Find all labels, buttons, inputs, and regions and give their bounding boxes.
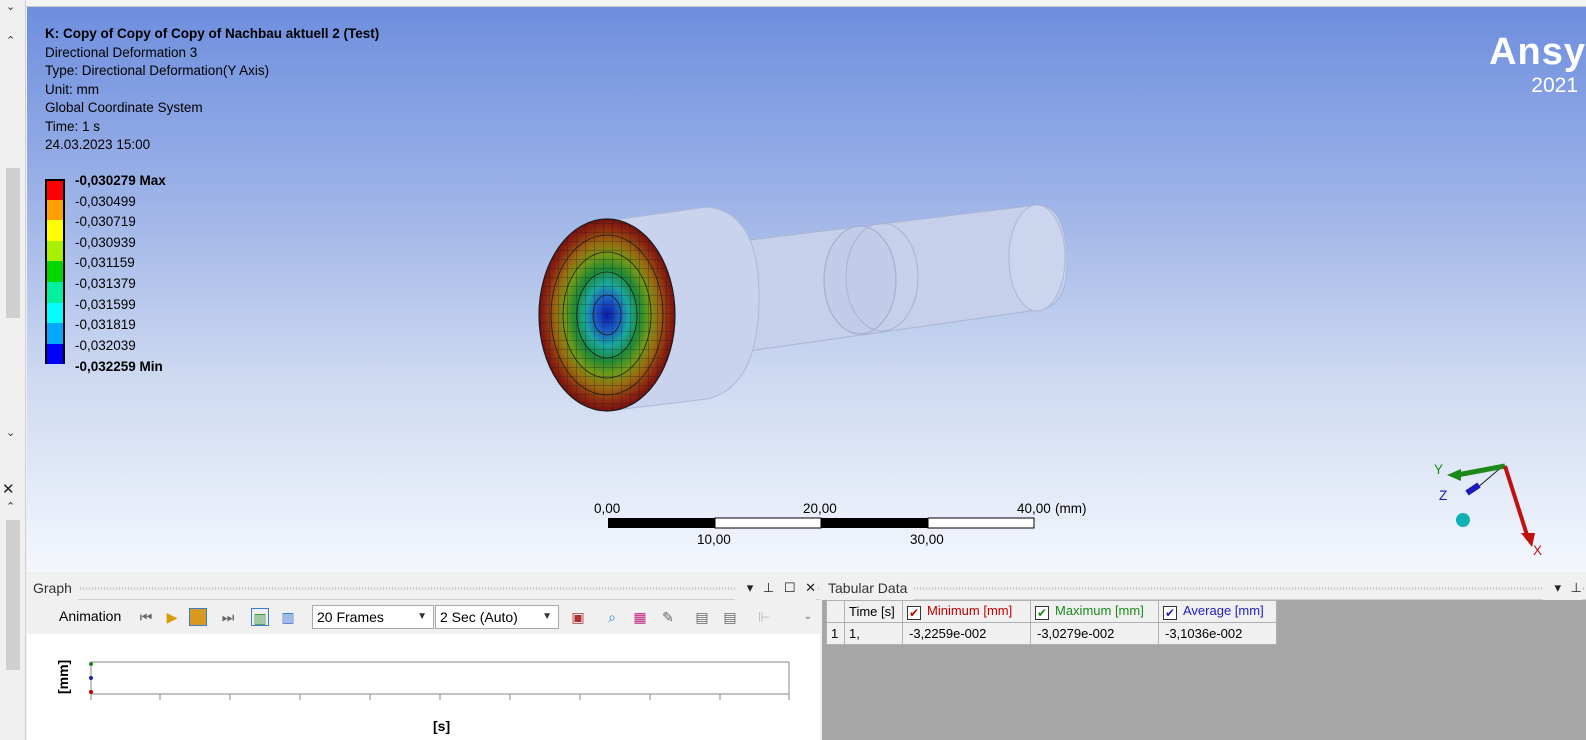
- column-header-average[interactable]: ✔ Average [mm]: [1158, 600, 1277, 623]
- duration-select[interactable]: 2 Sec (Auto) ▼: [435, 605, 559, 629]
- overflow-icon[interactable]: ⌄: [799, 608, 817, 626]
- scroll-up-icon-2[interactable]: ⌃: [6, 500, 15, 513]
- zoom-icon[interactable]: ⌕: [603, 608, 621, 626]
- stop-icon[interactable]: [189, 608, 207, 626]
- last-frame-icon[interactable]: ⏭: [219, 608, 237, 626]
- ansys-window: ⌄ ⌃ ⌄ ✕ ⌃ K: Copy of Copy of Copy of Nac…: [0, 0, 1586, 740]
- pin-icon[interactable]: ⊥: [1571, 580, 1582, 595]
- dropdown-icon[interactable]: ▾: [747, 580, 754, 595]
- column-header-minimum[interactable]: ✔ Minimum [mm]: [902, 600, 1031, 623]
- tabular-grid: Time [s] ✔ Minimum [mm] ✔ Maximum [mm] ✔ Av…: [826, 600, 1277, 645]
- chart-icon[interactable]: ⊩: [755, 608, 773, 626]
- scale-label: 0,00: [594, 501, 621, 516]
- first-frame-icon[interactable]: ⏮: [137, 608, 155, 626]
- graph-xlabel: [s]: [433, 718, 451, 734]
- scale-label: 30,00: [910, 532, 944, 547]
- legend-icon[interactable]: ▦: [631, 608, 649, 626]
- scroll-down-icon[interactable]: ⌄: [6, 426, 15, 439]
- tabular-table: Time [s] ✔ Minimum [mm] ✔ Maximum [mm] ✔ Av…: [826, 600, 1277, 645]
- column-header-time[interactable]: Time [s]: [844, 600, 903, 623]
- shaft-end: [1008, 204, 1066, 312]
- pin-icon[interactable]: ⊥: [763, 580, 774, 595]
- left-panel-strip: ⌄ ⌃ ⌄ ✕ ⌃: [0, 0, 26, 740]
- chevron-down-icon: ▼: [417, 611, 427, 622]
- table-header-row: Time [s] ✔ Minimum [mm] ✔ Maximum [mm] ✔ Av…: [826, 600, 1277, 623]
- dropdown-icon[interactable]: ▾: [1555, 580, 1562, 595]
- frames-select[interactable]: 20 Frames ▼: [312, 605, 434, 629]
- triad-y-label: Y: [1434, 462, 1444, 477]
- scrollbar-thumb-2[interactable]: [6, 520, 20, 670]
- close-icon[interactable]: ✕: [2, 480, 15, 498]
- close-icon[interactable]: ✕: [805, 580, 816, 595]
- row-header-corner: [826, 600, 845, 623]
- export-video-icon[interactable]: ▣: [569, 608, 587, 626]
- graph-ylabel: [mm]: [55, 659, 71, 694]
- cell-maximum[interactable]: -3,0279e-002: [1030, 622, 1159, 645]
- cell-average[interactable]: -3,1036e-002: [1158, 622, 1277, 645]
- graph-panel-header[interactable]: Graph ▾ ⊥ ☐ ✕: [27, 576, 820, 600]
- tabular-title: Tabular Data: [822, 576, 914, 600]
- model-view[interactable]: [27, 7, 1586, 572]
- maximize-icon[interactable]: ☐: [784, 580, 796, 595]
- result-sets-icon[interactable]: ▥: [279, 608, 297, 626]
- probe-icon[interactable]: ✎: [659, 608, 677, 626]
- axis-triad[interactable]: [1447, 463, 1535, 547]
- graph-plot[interactable]: [mm] [s]: [27, 634, 820, 740]
- chevron-down-icon[interactable]: ⌄: [6, 0, 15, 13]
- distributed-frames-icon[interactable]: ▥: [251, 608, 269, 626]
- table-row[interactable]: 1 1, -3,2259e-002 -3,0279e-002 -3,1036e-…: [826, 622, 1277, 645]
- scrollbar-thumb[interactable]: [6, 168, 20, 318]
- table-icon-2[interactable]: ▤: [721, 608, 739, 626]
- triad-x-label: X: [1533, 543, 1543, 558]
- panel-controls: ▾ ⊥: [1542, 576, 1582, 600]
- graph-panel: Graph ▾ ⊥ ☐ ✕ Animation ⏮ ▶ ⏭ ▥ ▥ 20 Fra…: [27, 576, 820, 740]
- panel-controls: ▾ ⊥ ☐ ✕: [734, 576, 816, 600]
- scale-label: 20,00: [803, 501, 837, 516]
- table-icon[interactable]: ▤: [693, 608, 711, 626]
- checkbox-minimum[interactable]: ✔: [907, 606, 921, 620]
- cell-minimum[interactable]: -3,2259e-002: [902, 622, 1031, 645]
- scroll-up-icon[interactable]: ⌃: [6, 34, 15, 47]
- tabular-data-panel: Tabular Data ▾ ⊥ Time [s] ✔ Minimum [mm] …: [822, 576, 1586, 740]
- scale-bar-seg: [821, 518, 928, 528]
- play-icon[interactable]: ▶: [163, 608, 181, 626]
- graph-title: Graph: [27, 576, 78, 600]
- cell-time[interactable]: 1,: [844, 622, 903, 645]
- scale-label: 40,00: [1017, 501, 1051, 516]
- chevron-down-icon: ▼: [542, 611, 552, 622]
- triad-z-label: Z: [1439, 488, 1448, 503]
- column-header-maximum[interactable]: ✔ Maximum [mm]: [1030, 600, 1159, 623]
- scale-label: 10,00: [697, 532, 731, 547]
- scale-bar-seg: [927, 517, 1035, 529]
- top-toolbar: [26, 0, 1586, 7]
- tabular-panel-header[interactable]: Tabular Data ▾ ⊥: [822, 576, 1586, 600]
- animation-label: Animation: [59, 608, 122, 624]
- scale-bar-seg: [608, 518, 715, 528]
- graphics-viewport[interactable]: K: Copy of Copy of Copy of Nachbau aktue…: [27, 7, 1586, 572]
- scale-unit: (mm): [1055, 501, 1087, 516]
- scale-bar-seg: [714, 517, 822, 529]
- mesh-overlay: [539, 219, 675, 411]
- checkbox-average[interactable]: ✔: [1163, 606, 1177, 620]
- shaft-groove: [823, 225, 897, 335]
- row-index: 1: [826, 622, 845, 645]
- checkbox-maximum[interactable]: ✔: [1035, 606, 1049, 620]
- animation-toolbar: Animation ⏮ ▶ ⏭ ▥ ▥ 20 Frames ▼ 2 Sec (Au…: [27, 600, 820, 634]
- graph-axes: [89, 661, 790, 700]
